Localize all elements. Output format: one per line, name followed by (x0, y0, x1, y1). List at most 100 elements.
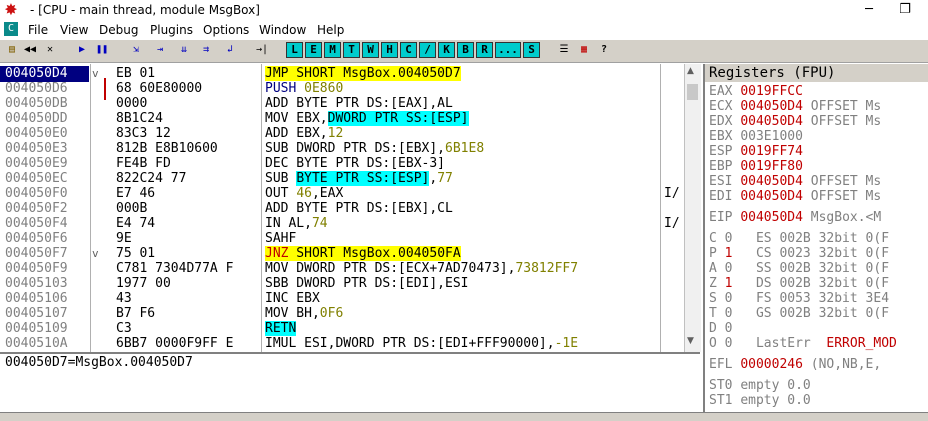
register-value[interactable]: 004050D4 (740, 189, 803, 204)
run-icon[interactable]: ▶ (74, 42, 90, 58)
patches-button[interactable]: / (419, 42, 436, 58)
register-row[interactable]: EBX 003E1000 (709, 129, 803, 145)
flag-row[interactable]: Z 1 DS 002B 32bit 0(F (709, 276, 889, 292)
pause-icon[interactable]: ❚❚ (94, 42, 110, 58)
flag-row[interactable]: C 0 ES 002B 32bit 0(F (709, 231, 889, 247)
scroll-thumb[interactable] (687, 84, 698, 100)
menu-debug[interactable]: Debug (99, 23, 138, 37)
goto-icon[interactable]: →| (254, 42, 270, 58)
menu-help[interactable]: Help (317, 23, 344, 37)
trace-over-icon[interactable]: ⇉ (198, 42, 214, 58)
appearance-icon[interactable]: ▦ (576, 42, 592, 58)
register-value[interactable]: 004050D4 (740, 99, 803, 114)
register-value[interactable]: empty 0.0 (740, 393, 810, 408)
register-row[interactable]: ESI 004050D4 OFFSET Ms (709, 174, 881, 190)
breakpoints-button[interactable]: B (457, 42, 474, 58)
disasm-row[interactable]: 004050F0 E7 46 OUT 46,EAX I/ (0, 186, 684, 202)
disasm-row[interactable]: 004050EC 822C24 77 SUB BYTE PTR SS:[ESP],7… (0, 171, 684, 187)
help-icon[interactable]: ? (596, 42, 612, 58)
disassembly-pane[interactable]: 004050D4 v EB 01 JMP SHORT MsgBox.004050D7 0… (0, 64, 700, 352)
cpu-button[interactable]: C (400, 42, 417, 58)
register-row[interactable]: EDI 004050D4 OFFSET Ms (709, 189, 881, 205)
disasm-row[interactable]: 00405109 C3 RETN (0, 321, 684, 337)
menu-plugins[interactable]: Plugins (150, 23, 193, 37)
register-row[interactable]: EDX 004050D4 OFFSET Ms (709, 114, 881, 130)
disasm-row[interactable]: 004050F9 C781 7304D77A F MOV DWORD PTR DS:… (0, 261, 684, 277)
flag-row[interactable]: O 0 LastErr ERROR_MOD (709, 336, 897, 352)
open-folder-icon[interactable]: ▤ (4, 42, 20, 58)
restore-button[interactable]: ❐ (882, 0, 928, 20)
instruction-cell: PUSH 0E860 (265, 81, 343, 97)
register-row[interactable]: EIP 004050D4 MsgBox.<M (709, 210, 881, 226)
registers-pane[interactable]: Registers (FPU) EAX 0019FFCC ECX 004050D4… (703, 64, 928, 420)
disasm-row[interactable]: 00405107 B7 F6 MOV BH,0F6 (0, 306, 684, 322)
cpu-window-icon[interactable]: C (4, 22, 18, 36)
register-value[interactable]: 004050D4 (740, 210, 803, 225)
flag-row[interactable]: S 0 FS 0053 32bit 3E4 (709, 291, 889, 307)
close-icon[interactable]: ✕ (42, 42, 58, 58)
flag-row[interactable]: D 0 (709, 321, 732, 337)
registers-header[interactable]: Registers (FPU) (705, 64, 928, 82)
memory-map-button[interactable]: M (324, 42, 341, 58)
register-value[interactable]: 00000246 (740, 357, 803, 372)
run-trace-button[interactable]: ... (495, 42, 521, 58)
register-value[interactable]: 004050D4 (740, 114, 803, 129)
handles-button[interactable]: H (381, 42, 398, 58)
disasm-row[interactable]: 00405106 43 INC EBX (0, 291, 684, 307)
disassembly-scrollbar[interactable]: ▲ ▼ (684, 64, 701, 352)
disasm-row[interactable]: 004050E0 83C3 12 ADD EBX,12 (0, 126, 684, 142)
register-value[interactable]: 003E1000 (740, 129, 803, 144)
info-line: 004050D7=MsgBox.004050D7 (5, 355, 193, 370)
source-button[interactable]: S (523, 42, 540, 58)
execute-till-return-icon[interactable]: ↲ (222, 42, 238, 58)
disasm-row[interactable]: 004050F7 v 75 01 JNZ SHORT MsgBox.004050FA (0, 246, 684, 262)
register-row[interactable]: ST1 empty 0.0 (709, 393, 811, 409)
register-row[interactable]: EAX 0019FFCC (709, 84, 803, 100)
disasm-row[interactable]: 004050F6 9E SAHF (0, 231, 684, 247)
flag-row[interactable]: T 0 GS 002B 32bit 0(F (709, 306, 889, 322)
scroll-up-icon[interactable]: ▲ (687, 66, 694, 76)
register-value[interactable]: empty 0.0 (740, 378, 810, 393)
disasm-row[interactable]: 004050DD 8B1C24 MOV EBX,DWORD PTR SS:[ESP] (0, 111, 684, 127)
step-over-icon[interactable]: ⇥ (152, 42, 168, 58)
segment-desc: 32bit 0(F (818, 231, 890, 246)
log-window-button[interactable]: L (286, 42, 303, 58)
menu-view[interactable]: View (60, 23, 88, 37)
disasm-row[interactable]: 004050E9 FE4B FD DEC BYTE PTR DS:[EBX-3] (0, 156, 684, 172)
flag-value[interactable]: 0 (725, 321, 733, 336)
menu-file[interactable]: File (28, 23, 48, 37)
flag-name: D (709, 321, 725, 336)
register-row[interactable]: EBP 0019FF80 (709, 159, 803, 175)
trace-into-icon[interactable]: ⇊ (176, 42, 192, 58)
scroll-down-icon[interactable]: ▼ (687, 336, 694, 346)
register-row[interactable]: ECX 004050D4 OFFSET Ms (709, 99, 881, 115)
disasm-row[interactable]: 004050D6 68 60E80000 PUSH 0E860 (0, 81, 684, 97)
register-value[interactable]: 004050D4 (740, 174, 803, 189)
flag-row[interactable]: P 1 CS 0023 32bit 0(F (709, 246, 889, 262)
rewind-icon[interactable]: ◀◀ (22, 42, 38, 58)
list-icon[interactable]: ☰ (556, 42, 572, 58)
disasm-row[interactable]: 004050DB 0000 ADD BYTE PTR DS:[EAX],AL (0, 96, 684, 112)
bug-icon[interactable]: ✸ (2, 1, 20, 19)
disasm-row[interactable]: 004050E3 812B E8B10600 SUB DWORD PTR DS:[E… (0, 141, 684, 157)
windows-button[interactable]: W (362, 42, 379, 58)
threads-button[interactable]: T (343, 42, 360, 58)
flag-row[interactable]: A 0 SS 002B 32bit 0(F (709, 261, 889, 277)
disasm-row[interactable]: 0040510A 6BB7 0000F9FF E IMUL ESI,DWORD PT… (0, 336, 684, 352)
register-value[interactable]: 0019FF74 (740, 144, 803, 159)
call-stack-button[interactable]: K (438, 42, 455, 58)
register-row[interactable]: ESP 0019FF74 (709, 144, 803, 160)
menu-window[interactable]: Window (259, 23, 306, 37)
disasm-row[interactable]: 004050F2 000B ADD BYTE PTR DS:[EBX],CL (0, 201, 684, 217)
executables-button[interactable]: E (305, 42, 322, 58)
register-value[interactable]: 0019FFCC (740, 84, 803, 99)
menu-options[interactable]: Options (203, 23, 249, 37)
disasm-row[interactable]: 004050F4 E4 74 IN AL,74 I/ (0, 216, 684, 232)
register-row[interactable]: EFL 00000246 (NO,NB,E, (709, 357, 881, 373)
register-value[interactable]: 0019FF80 (740, 159, 803, 174)
disasm-row[interactable]: 00405103 1977 00 SBB DWORD PTR DS:[EDI],ES… (0, 276, 684, 292)
disasm-row[interactable]: 004050D4 v EB 01 JMP SHORT MsgBox.004050D7 (0, 66, 684, 82)
references-button[interactable]: R (476, 42, 493, 58)
register-row[interactable]: ST0 empty 0.0 (709, 378, 811, 394)
step-into-icon[interactable]: ⇲ (128, 42, 144, 58)
